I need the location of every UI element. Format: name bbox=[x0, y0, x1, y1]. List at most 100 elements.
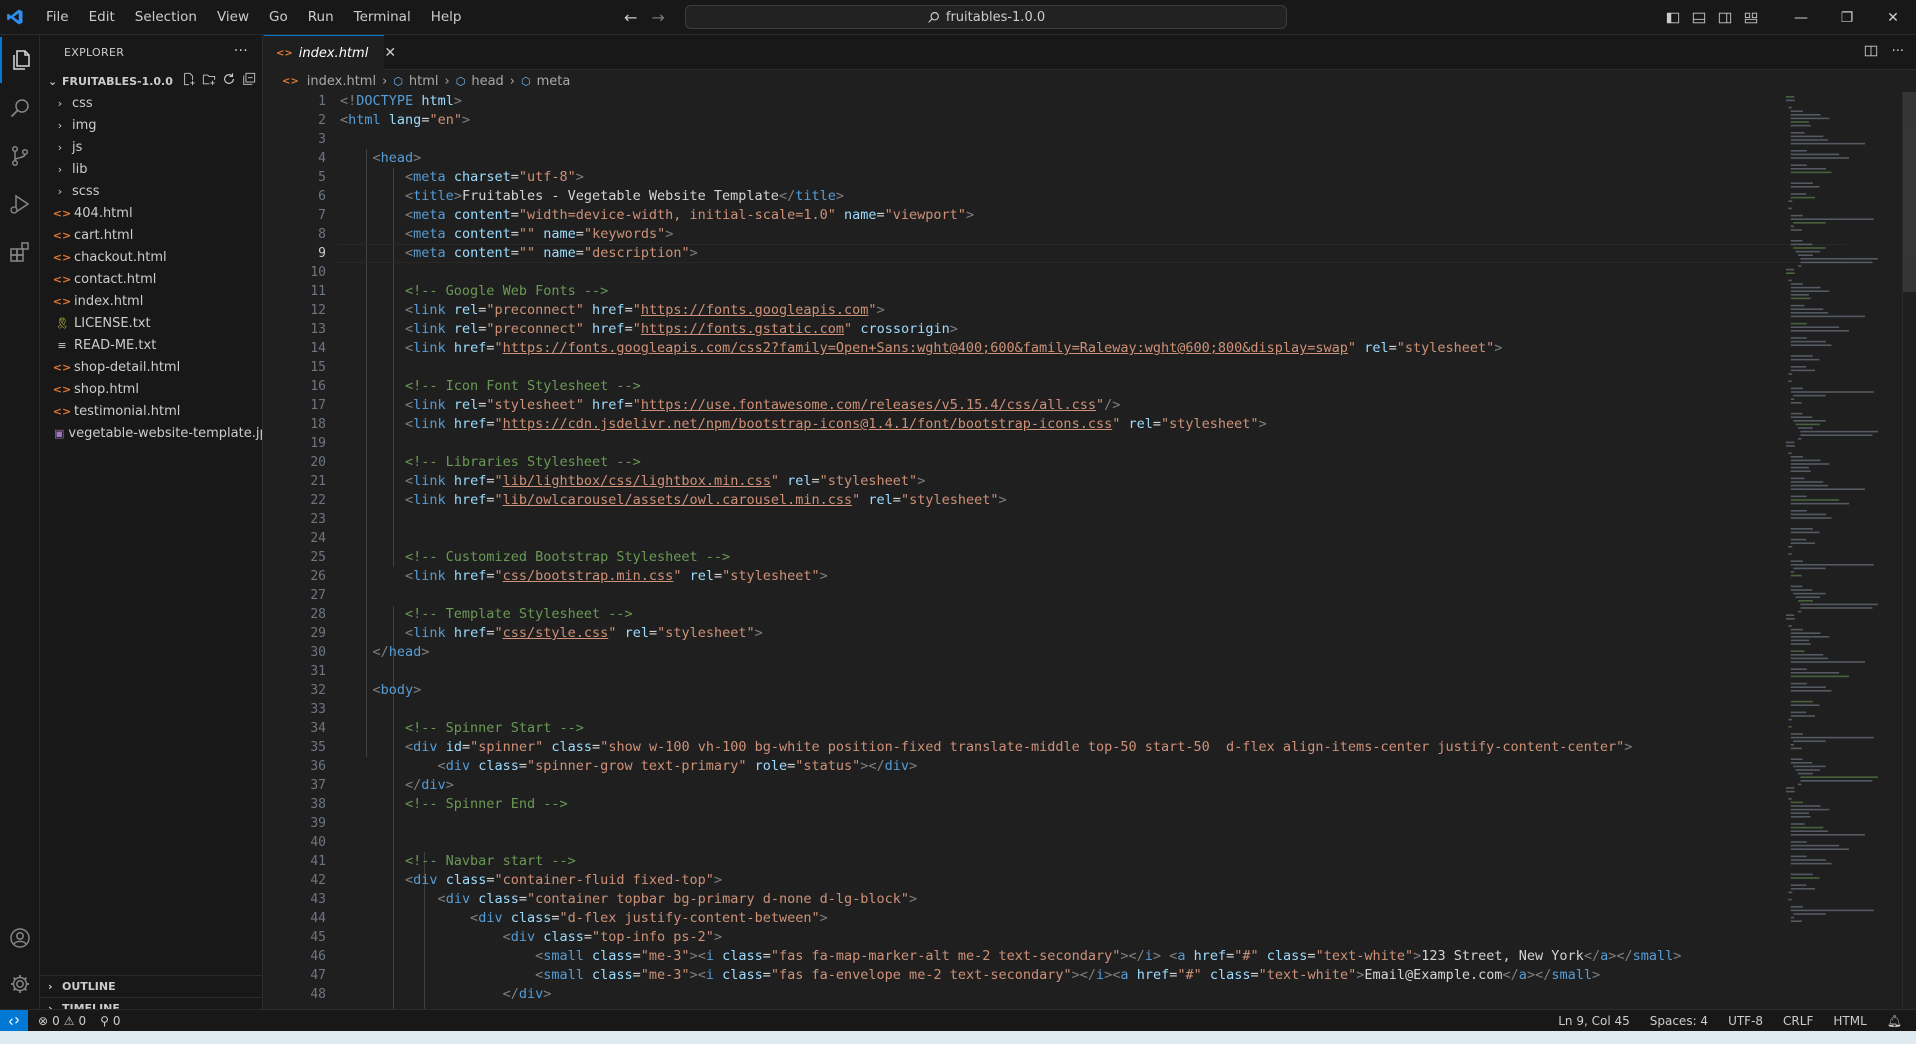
more-actions-icon[interactable]: ··· bbox=[234, 43, 248, 59]
code-line[interactable]: </head> bbox=[340, 643, 1810, 662]
split-editor-icon[interactable] bbox=[1864, 44, 1878, 62]
toggle-primary-sidebar-icon[interactable] bbox=[1660, 0, 1686, 35]
menu-terminal[interactable]: Terminal bbox=[344, 0, 421, 35]
code-line[interactable] bbox=[340, 700, 1810, 719]
code-line[interactable]: <!-- Google Web Fonts --> bbox=[340, 282, 1810, 301]
code-line[interactable]: <link href="https://cdn.jsdelivr.net/npm… bbox=[340, 415, 1810, 434]
collapse-all-icon[interactable] bbox=[242, 72, 256, 89]
code-line[interactable]: <title>Fruitables - Vegetable Website Te… bbox=[340, 187, 1810, 206]
run-and-debug-icon[interactable] bbox=[0, 181, 40, 227]
more-actions-icon[interactable]: ··· bbox=[1892, 44, 1904, 62]
tree-file[interactable]: ≡ READ-ME.txt bbox=[40, 334, 262, 356]
new-file-icon[interactable] bbox=[182, 72, 196, 89]
menu-file[interactable]: File bbox=[36, 0, 79, 35]
code-content[interactable]: <!DOCTYPE html> <html lang="en"> <head> <… bbox=[338, 92, 1846, 1004]
code-line[interactable] bbox=[340, 130, 1810, 149]
code-line[interactable] bbox=[340, 586, 1810, 605]
code-line[interactable] bbox=[340, 833, 1810, 852]
code-line[interactable] bbox=[340, 529, 1810, 548]
code-line[interactable]: <link href="lib/lightbox/css/lightbox.mi… bbox=[340, 472, 1810, 491]
tree-file[interactable]: <> testimonial.html bbox=[40, 400, 262, 422]
minimap[interactable] bbox=[1784, 92, 1902, 1009]
toggle-panel-icon[interactable] bbox=[1686, 0, 1712, 35]
code-line[interactable]: <!-- Navbar start --> bbox=[340, 852, 1810, 871]
code-line[interactable]: <div class="d-flex justify-content-betwe… bbox=[340, 909, 1810, 928]
code-line[interactable] bbox=[340, 662, 1810, 681]
code-line[interactable]: <html lang="en"> bbox=[340, 111, 1810, 130]
breadcrumb-item[interactable]: meta bbox=[537, 74, 571, 89]
code-line[interactable]: <!-- Customized Bootstrap Stylesheet --> bbox=[340, 548, 1810, 567]
tab-index-html[interactable]: <> index.html ✕ bbox=[264, 35, 396, 70]
code-line[interactable]: <!-- Icon Font Stylesheet --> bbox=[340, 377, 1810, 396]
code-line[interactable]: <!DOCTYPE html> bbox=[340, 92, 1810, 111]
menu-edit[interactable]: Edit bbox=[79, 0, 125, 35]
tree-folder[interactable]: › js bbox=[40, 136, 262, 158]
code-line[interactable] bbox=[340, 814, 1810, 833]
tree-file[interactable]: <> contact.html bbox=[40, 268, 262, 290]
workspace-folder[interactable]: ⌄ FRUITABLES-1.0.0 bbox=[40, 70, 262, 92]
explorer-files-icon[interactable] bbox=[0, 37, 40, 83]
code-line[interactable] bbox=[340, 263, 1810, 282]
end-of-line[interactable]: CRLF bbox=[1783, 1014, 1813, 1028]
code-line[interactable] bbox=[340, 434, 1810, 453]
code-line[interactable]: <meta content="" name="keywords"> bbox=[340, 225, 1810, 244]
manage-gear-icon[interactable] bbox=[0, 961, 40, 1007]
code-line[interactable]: <link href="css/style.css" rel="styleshe… bbox=[340, 624, 1810, 643]
code-line[interactable]: <div class="spinner-grow text-primary" r… bbox=[340, 757, 1810, 776]
code-line[interactable]: <!-- Template Stylesheet --> bbox=[340, 605, 1810, 624]
ports-indicator[interactable]: ⚲ 0 bbox=[100, 1014, 120, 1028]
tree-file[interactable]: <> cart.html bbox=[40, 224, 262, 246]
source-control-icon[interactable] bbox=[0, 133, 40, 179]
code-line[interactable]: </div> bbox=[340, 776, 1810, 795]
minimize-icon[interactable]: — bbox=[1778, 0, 1824, 35]
breadcrumb-item[interactable]: index.html bbox=[307, 74, 376, 89]
menu-run[interactable]: Run bbox=[298, 0, 344, 35]
scrollbar-thumb[interactable] bbox=[1903, 92, 1916, 292]
close-window-icon[interactable]: ✕ bbox=[1870, 0, 1916, 35]
menu-go[interactable]: Go bbox=[259, 0, 298, 35]
refresh-icon[interactable] bbox=[222, 72, 236, 89]
code-line[interactable]: <div class="top-info ps-2"> bbox=[340, 928, 1810, 947]
menu-selection[interactable]: Selection bbox=[125, 0, 207, 35]
extensions-icon[interactable] bbox=[0, 229, 40, 275]
code-line[interactable]: <div class="container topbar bg-primary … bbox=[340, 890, 1810, 909]
tree-file[interactable]: 🎗︎ LICENSE.txt bbox=[40, 312, 262, 334]
code-line[interactable]: <head> bbox=[340, 149, 1810, 168]
code-line[interactable]: <div class="container-fluid fixed-top"> bbox=[340, 871, 1810, 890]
close-tab-icon[interactable]: ✕ bbox=[384, 45, 396, 61]
vertical-scrollbar[interactable] bbox=[1902, 92, 1916, 1009]
code-line[interactable]: <div id="spinner" class="show w-100 vh-1… bbox=[340, 738, 1810, 757]
code-line[interactable] bbox=[340, 358, 1810, 377]
problems-indicator[interactable]: ⊗ 0 ⚠ 0 bbox=[38, 1014, 86, 1028]
language-mode[interactable]: HTML bbox=[1833, 1014, 1866, 1028]
code-line[interactable]: <link rel="preconnect" href="https://fon… bbox=[340, 301, 1810, 320]
toggle-secondary-sidebar-icon[interactable] bbox=[1712, 0, 1738, 35]
restore-icon[interactable]: ❐ bbox=[1824, 0, 1870, 35]
search-icon[interactable] bbox=[0, 85, 40, 131]
new-folder-icon[interactable] bbox=[202, 72, 216, 89]
customize-layout-icon[interactable] bbox=[1738, 0, 1764, 35]
notifications-bell-icon[interactable]: 🔔︎ bbox=[1887, 1014, 1902, 1028]
outline-section[interactable]: › OUTLINE bbox=[40, 975, 263, 997]
cursor-position[interactable]: Ln 9, Col 45 bbox=[1558, 1014, 1630, 1028]
indentation[interactable]: Spaces: 4 bbox=[1650, 1014, 1708, 1028]
accounts-icon[interactable] bbox=[0, 915, 40, 961]
tree-folder[interactable]: › css bbox=[40, 92, 262, 114]
code-line[interactable]: <link rel="preconnect" href="https://fon… bbox=[340, 320, 1810, 339]
code-editor[interactable]: 1 2 3 4 5 6 7 8 9 10 11 12 13 14 15 16 17 18 19 20 21 22 23 24 2… bbox=[264, 92, 1916, 1009]
code-line[interactable]: <body> bbox=[340, 681, 1810, 700]
tree-file[interactable]: <> shop-detail.html bbox=[40, 356, 262, 378]
code-line[interactable]: <small class="me-3"><i class="fas fa-env… bbox=[340, 966, 1810, 985]
code-line[interactable]: <small class="me-3"><i class="fas fa-map… bbox=[340, 947, 1810, 966]
code-line[interactable]: </div> bbox=[340, 985, 1810, 1004]
tree-file[interactable]: <> chackout.html bbox=[40, 246, 262, 268]
tree-file[interactable]: <> index.html bbox=[40, 290, 262, 312]
code-line[interactable]: <link href="https://fonts.googleapis.com… bbox=[340, 339, 1810, 358]
back-arrow-icon[interactable]: ← bbox=[624, 8, 637, 27]
code-line[interactable]: <meta charset="utf-8"> bbox=[340, 168, 1810, 187]
tree-file[interactable]: ▣ vegetable-website-template.jpg bbox=[40, 422, 262, 444]
tree-file[interactable]: <> 404.html bbox=[40, 202, 262, 224]
encoding[interactable]: UTF-8 bbox=[1728, 1014, 1763, 1028]
tree-folder[interactable]: › lib bbox=[40, 158, 262, 180]
tree-folder[interactable]: › scss bbox=[40, 180, 262, 202]
